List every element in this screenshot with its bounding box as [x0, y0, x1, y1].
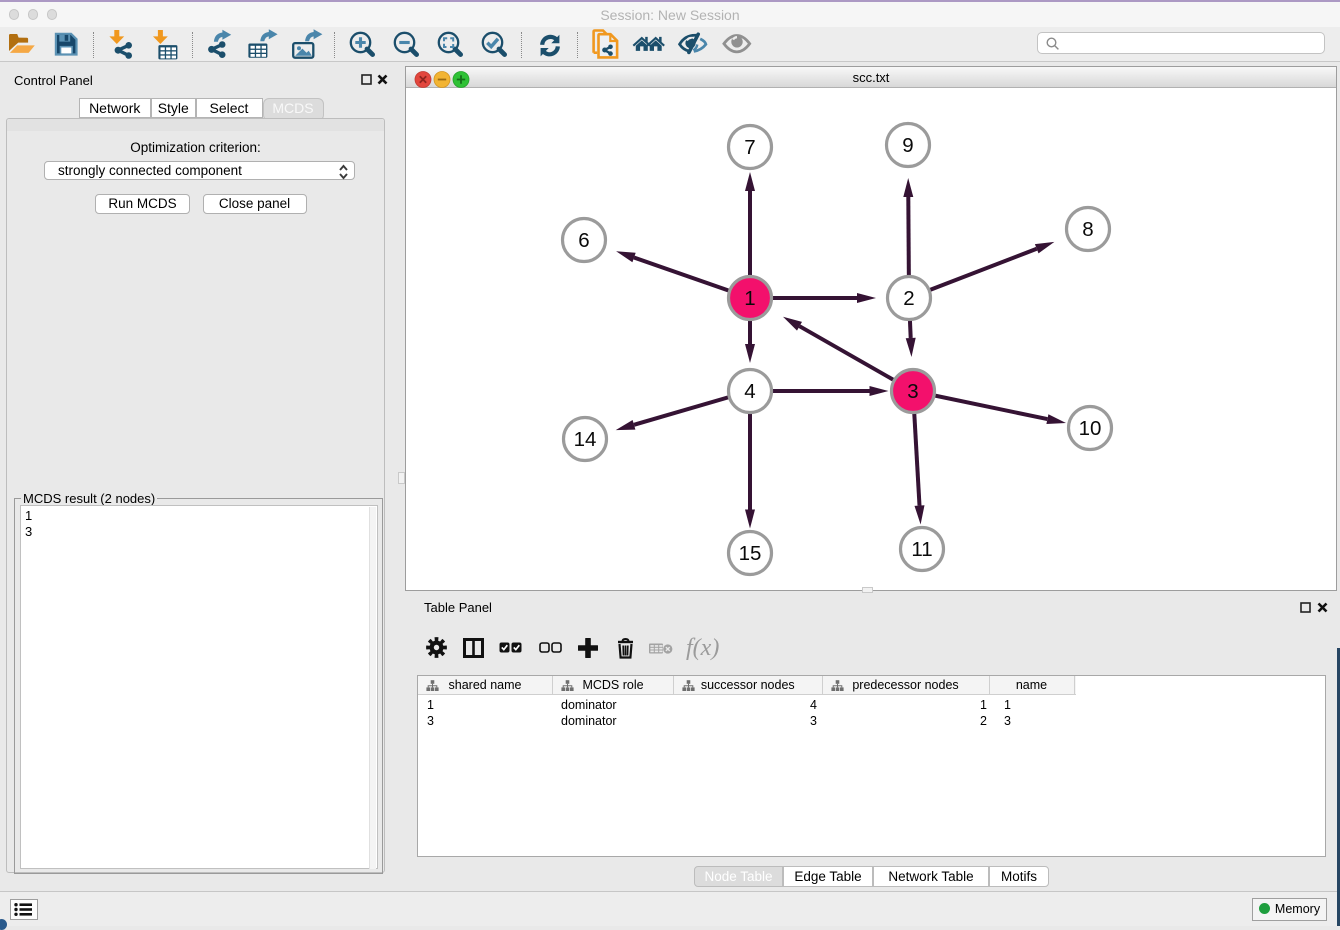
svg-text:1: 1: [744, 287, 755, 310]
svg-text:3: 3: [907, 380, 918, 403]
svg-text:10: 10: [1079, 417, 1102, 440]
svg-text:15: 15: [739, 542, 762, 565]
svg-text:2: 2: [903, 287, 914, 310]
svg-text:9: 9: [902, 134, 913, 157]
svg-text:8: 8: [1082, 218, 1093, 241]
svg-text:11: 11: [911, 538, 932, 561]
svg-text:7: 7: [744, 136, 755, 159]
svg-text:4: 4: [744, 380, 755, 403]
svg-text:14: 14: [574, 428, 597, 451]
svg-text:6: 6: [578, 229, 589, 252]
